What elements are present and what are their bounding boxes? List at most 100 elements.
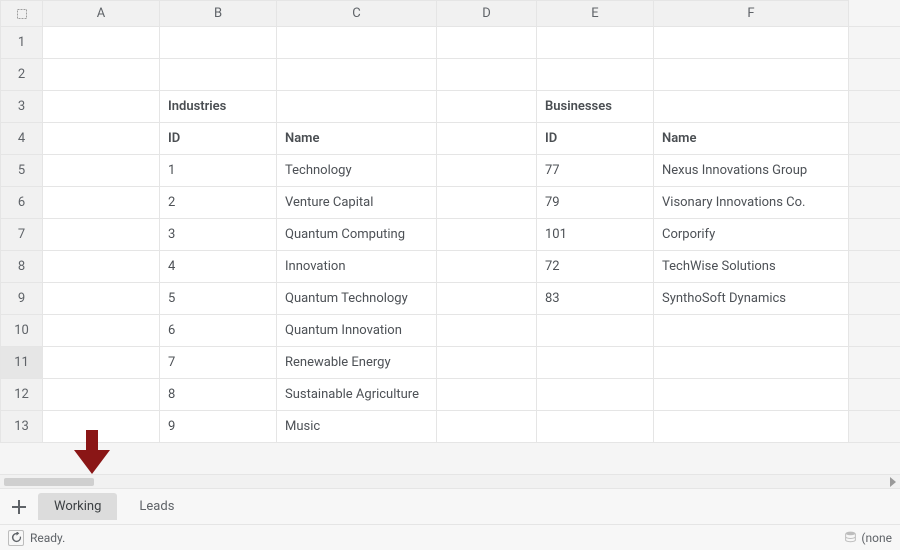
row-header-5[interactable]: 5 <box>1 155 43 187</box>
cell-E4[interactable]: ID <box>537 123 654 155</box>
cell-F7[interactable]: Corporify <box>654 219 849 251</box>
cell-B2[interactable] <box>160 59 277 91</box>
row-header-8[interactable]: 8 <box>1 251 43 283</box>
cell-D11[interactable] <box>437 347 537 379</box>
row-header-9[interactable]: 9 <box>1 283 43 315</box>
cell-A12[interactable] <box>43 379 160 411</box>
cell-D2[interactable] <box>437 59 537 91</box>
cell-A4[interactable] <box>43 123 160 155</box>
row-header-2[interactable]: 2 <box>1 59 43 91</box>
cell-B12[interactable]: 8 <box>160 379 277 411</box>
cell-B11[interactable]: 7 <box>160 347 277 379</box>
cell-A8[interactable] <box>43 251 160 283</box>
row-header-11[interactable]: 11 <box>1 347 43 379</box>
cell-E6[interactable]: 79 <box>537 187 654 219</box>
cell-A11[interactable] <box>43 347 160 379</box>
spreadsheet-grid[interactable]: A B C D E F 123IndustriesBusinesses4IDNa… <box>0 0 900 443</box>
row-header-10[interactable]: 10 <box>1 315 43 347</box>
cell-C7[interactable]: Quantum Computing <box>277 219 437 251</box>
row-header-13[interactable]: 13 <box>1 411 43 443</box>
cell-E8[interactable]: 72 <box>537 251 654 283</box>
cell-D6[interactable] <box>437 187 537 219</box>
cell-C9[interactable]: Quantum Technology <box>277 283 437 315</box>
cell-B7[interactable]: 3 <box>160 219 277 251</box>
cell-D10[interactable] <box>437 315 537 347</box>
cell-B10[interactable]: 6 <box>160 315 277 347</box>
scroll-right-icon[interactable] <box>890 477 896 487</box>
col-header-A[interactable]: A <box>43 1 160 27</box>
cell-E3[interactable]: Businesses <box>537 91 654 123</box>
sheet-tab-leads[interactable]: Leads <box>123 493 190 520</box>
cell-A10[interactable] <box>43 315 160 347</box>
col-header-C[interactable]: C <box>277 1 437 27</box>
cell-D9[interactable] <box>437 283 537 315</box>
cell-C13[interactable]: Music <box>277 411 437 443</box>
cell-E1[interactable] <box>537 27 654 59</box>
row-header-6[interactable]: 6 <box>1 187 43 219</box>
cell-D3[interactable] <box>437 91 537 123</box>
cell-F5[interactable]: Nexus Innovations Group <box>654 155 849 187</box>
select-all-corner[interactable] <box>1 1 43 27</box>
cell-E7[interactable]: 101 <box>537 219 654 251</box>
cell-E9[interactable]: 83 <box>537 283 654 315</box>
cell-C10[interactable]: Quantum Innovation <box>277 315 437 347</box>
cell-D12[interactable] <box>437 379 537 411</box>
cell-F11[interactable] <box>654 347 849 379</box>
cell-A5[interactable] <box>43 155 160 187</box>
cell-F3[interactable] <box>654 91 849 123</box>
cell-B1[interactable] <box>160 27 277 59</box>
cell-A7[interactable] <box>43 219 160 251</box>
cell-E2[interactable] <box>537 59 654 91</box>
col-header-E[interactable]: E <box>537 1 654 27</box>
cell-B5[interactable]: 1 <box>160 155 277 187</box>
cell-E10[interactable] <box>537 315 654 347</box>
cell-A13[interactable] <box>43 411 160 443</box>
cell-A3[interactable] <box>43 91 160 123</box>
cell-D1[interactable] <box>437 27 537 59</box>
cell-B3[interactable]: Industries <box>160 91 277 123</box>
cell-F8[interactable]: TechWise Solutions <box>654 251 849 283</box>
cell-E11[interactable] <box>537 347 654 379</box>
row-header-12[interactable]: 12 <box>1 379 43 411</box>
horizontal-scrollbar[interactable] <box>0 474 900 488</box>
cell-A1[interactable] <box>43 27 160 59</box>
cell-F4[interactable]: Name <box>654 123 849 155</box>
cell-E13[interactable] <box>537 411 654 443</box>
cell-C4[interactable]: Name <box>277 123 437 155</box>
cell-C3[interactable] <box>277 91 437 123</box>
cell-B6[interactable]: 2 <box>160 187 277 219</box>
refresh-button[interactable] <box>8 530 24 546</box>
cell-D4[interactable] <box>437 123 537 155</box>
cell-F1[interactable] <box>654 27 849 59</box>
cell-E5[interactable]: 77 <box>537 155 654 187</box>
cell-C1[interactable] <box>277 27 437 59</box>
cell-C8[interactable]: Innovation <box>277 251 437 283</box>
cell-D8[interactable] <box>437 251 537 283</box>
row-header-3[interactable]: 3 <box>1 91 43 123</box>
cell-C12[interactable]: Sustainable Agriculture <box>277 379 437 411</box>
row-header-4[interactable]: 4 <box>1 123 43 155</box>
cell-F2[interactable] <box>654 59 849 91</box>
cell-C11[interactable]: Renewable Energy <box>277 347 437 379</box>
col-header-F[interactable]: F <box>654 1 849 27</box>
col-header-D[interactable]: D <box>437 1 537 27</box>
cell-B13[interactable]: 9 <box>160 411 277 443</box>
cell-B4[interactable]: ID <box>160 123 277 155</box>
cell-F6[interactable]: Visonary Innovations Co. <box>654 187 849 219</box>
col-header-B[interactable]: B <box>160 1 277 27</box>
cell-F10[interactable] <box>654 315 849 347</box>
add-sheet-button[interactable] <box>6 494 32 520</box>
row-header-7[interactable]: 7 <box>1 219 43 251</box>
cell-D7[interactable] <box>437 219 537 251</box>
cell-E12[interactable] <box>537 379 654 411</box>
cell-B9[interactable]: 5 <box>160 283 277 315</box>
cell-C6[interactable]: Venture Capital <box>277 187 437 219</box>
sheet-tab-working[interactable]: Working <box>38 493 117 520</box>
cell-F13[interactable] <box>654 411 849 443</box>
cell-A2[interactable] <box>43 59 160 91</box>
row-header-1[interactable]: 1 <box>1 27 43 59</box>
cell-B8[interactable]: 4 <box>160 251 277 283</box>
cell-D13[interactable] <box>437 411 537 443</box>
cell-C5[interactable]: Technology <box>277 155 437 187</box>
cell-A9[interactable] <box>43 283 160 315</box>
